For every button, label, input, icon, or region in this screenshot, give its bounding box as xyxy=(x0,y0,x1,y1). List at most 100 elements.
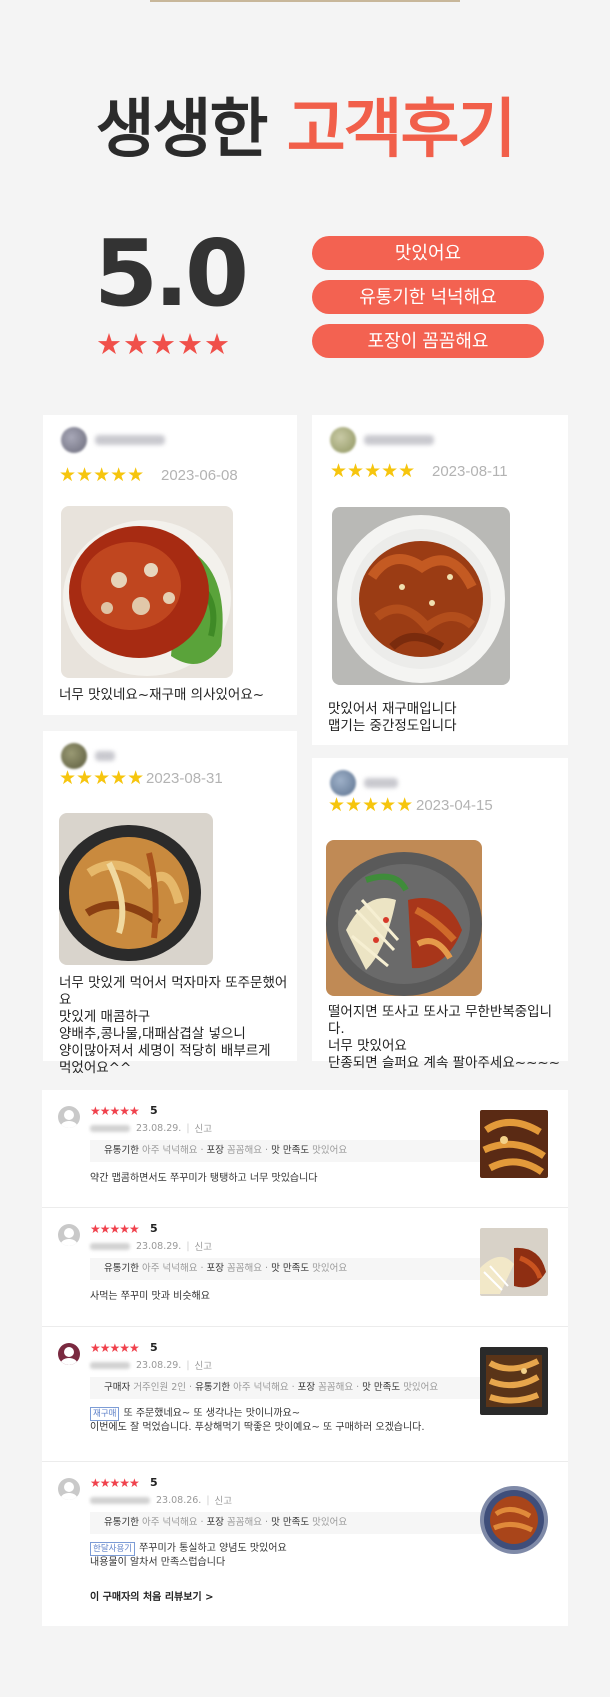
food-photo-icon xyxy=(61,506,233,678)
tag-value: 거주인원 2인 xyxy=(133,1382,187,1393)
review-stars: ★★★★★ xyxy=(90,1222,140,1236)
report-link[interactable]: 신고 xyxy=(195,1121,212,1135)
first-review-link[interactable]: 이 구매자의 처음 리뷰보기 > xyxy=(90,1588,214,1603)
review-tags: 유통기한 아주 넉넉해요 · 포장 꼼꼼해요 · 맛 만족도 맛있어요 xyxy=(90,1140,482,1162)
reviewer-name-blurred xyxy=(90,1124,130,1132)
food-photo-icon xyxy=(326,840,482,996)
review-text: 너무 맛있게 먹어서 먹자마자 또주문했어요 맛있게 매콤하구 양배추,콩나물,… xyxy=(59,975,288,1076)
review-photo[interactable] xyxy=(61,506,233,678)
store-review-list: ★★★★★ 5 23.08.29. | 신고 유통기한 아주 넉넉해요 · 포장… xyxy=(42,1090,568,1626)
review-meta: 23.08.29. | 신고 xyxy=(90,1239,212,1253)
report-link[interactable]: 신고 xyxy=(195,1358,212,1372)
meta-separator: | xyxy=(186,1359,190,1371)
rating-score: 5.0 xyxy=(94,220,249,327)
review-thumbnail[interactable] xyxy=(480,1110,548,1178)
keyword-pill: 유통기한 넉넉해요 xyxy=(312,280,544,314)
review-score: 5 xyxy=(150,1222,158,1235)
avatar xyxy=(61,427,87,453)
tag-key: 맛 만족도 xyxy=(271,1263,310,1274)
review-text: 사먹는 쭈꾸미 맛과 비슷해요 xyxy=(90,1291,210,1302)
review-text: 떨어지면 또사고 또사고 무한반복중입니다. 너무 맛있어요 단종되면 슬퍼요 … xyxy=(328,1004,560,1071)
avatar xyxy=(330,770,356,796)
review-score: 5 xyxy=(150,1341,158,1354)
tag-value: 아주 넉넉해요 xyxy=(142,1263,198,1274)
review-item: ★★★★★ 5 23.08.26. | 신고 유통기한 아주 넉넉해요 · 포장… xyxy=(42,1462,568,1626)
tag-value: 꼼꼼해요 xyxy=(318,1382,354,1393)
review-text-line-2: 내용물이 알차서 만족스럽습니다 xyxy=(90,1557,226,1568)
photo-review-card[interactable]: ★★★★★ 2023-04-15 떨어지면 또사고 또사고 무한반복중입니다. … xyxy=(312,758,568,1071)
review-item: ★★★★★ 5 23.08.29. | 신고 유통기한 아주 넉넉해요 · 포장… xyxy=(42,1208,568,1327)
review-meta: 23.08.26. | 신고 xyxy=(90,1493,232,1507)
review-text: 너무 맛있네요~재구매 의사있어요~ xyxy=(59,687,265,703)
review-date: 23.08.29. xyxy=(136,1240,182,1252)
keyword-pills: 맛있어요 유통기한 넉넉해요 포장이 꼼꼼해요 xyxy=(312,236,544,368)
reviewer-name-blurred xyxy=(95,435,165,445)
reviewer xyxy=(61,743,115,769)
review-meta: 23.08.29. | 신고 xyxy=(90,1121,212,1135)
review-thumbnail[interactable] xyxy=(480,1486,548,1554)
review-score: 5 xyxy=(150,1104,158,1117)
tag-value: 아주 넉넉해요 xyxy=(233,1382,289,1393)
review-text-line-1: 또 주문했네요~ 또 생각나는 맛이니까요~ xyxy=(123,1408,301,1419)
report-link[interactable]: 신고 xyxy=(195,1239,212,1253)
tag-key: 유통기한 xyxy=(195,1382,231,1393)
review-stars: ★★★★★ xyxy=(90,1341,140,1355)
review-thumbnail[interactable] xyxy=(480,1347,548,1415)
tag-value: 꼼꼼해요 xyxy=(227,1517,263,1528)
review-text: 약간 맵콤하면서도 쭈꾸미가 탱탱하고 너무 맛있습니다 xyxy=(90,1173,318,1184)
avatar xyxy=(330,427,356,453)
reviewer-name-blurred xyxy=(90,1242,130,1250)
tag-key: 포장 xyxy=(297,1382,316,1393)
review-photo[interactable] xyxy=(59,813,213,965)
review-badge: 재구매 xyxy=(90,1407,120,1421)
avatar xyxy=(58,1224,80,1246)
photo-review-card[interactable]: ★★★★★ 2023-08-11 맛있어서 재구매입니다 맵기는 중간정도입니다 xyxy=(312,415,568,745)
tag-key: 맛 만족도 xyxy=(271,1145,310,1156)
review-text: 맛있어서 재구매입니다 맵기는 중간정도입니다 xyxy=(328,701,457,734)
title-part-2: 고객후기 xyxy=(286,93,517,167)
review-stars: ★★★★★ xyxy=(90,1104,140,1118)
review-text: 재구매 또 주문했네요~ 또 생각나는 맛이니까요~ 이번에도 잘 먹었습니다. … xyxy=(90,1407,425,1435)
review-tags: 유통기한 아주 넉넉해요 · 포장 꼼꼼해요 · 맛 만족도 맛있어요 xyxy=(90,1512,482,1534)
review-item: ★★★★★ 5 23.08.29. | 신고 구매자 거주인원 2인 · 유통기… xyxy=(42,1327,568,1462)
review-text-line-1: 쭈꾸미가 통실하고 양념도 맛있어요 xyxy=(139,1543,287,1554)
reviewer-name-blurred xyxy=(364,778,398,788)
review-thumbnail[interactable] xyxy=(480,1228,548,1296)
avatar xyxy=(61,743,87,769)
review-date: 23.08.29. xyxy=(136,1359,182,1371)
tag-value: 아주 넉넉해요 xyxy=(142,1145,198,1156)
review-date: 2023-04-15 xyxy=(416,797,493,814)
title-part-1: 생생한 xyxy=(95,93,269,167)
tag-key: 포장 xyxy=(206,1145,225,1156)
food-thumbnail-icon xyxy=(480,1486,548,1554)
tag-key: 맛 만족도 xyxy=(362,1382,401,1393)
photo-review-card[interactable]: ★★★★★ 2023-06-08 너무 맛있네요~재구매 의사있어요~ xyxy=(43,415,297,715)
review-badge: 한달사용기 xyxy=(90,1542,136,1556)
review-text: 한달사용기 쭈꾸미가 통실하고 양념도 맛있어요 내용물이 알차서 만족스럽습니다 xyxy=(90,1542,287,1570)
review-photo[interactable] xyxy=(332,507,510,685)
tag-value: 맛있어요 xyxy=(312,1145,348,1156)
food-thumbnail-icon xyxy=(480,1347,548,1415)
review-stars: ★★★★★ xyxy=(59,464,145,486)
tag-key: 포장 xyxy=(206,1517,225,1528)
meta-separator: | xyxy=(186,1240,190,1252)
reviewer-name-blurred xyxy=(90,1361,130,1369)
tag-key: 유통기한 xyxy=(104,1145,139,1156)
food-photo-icon xyxy=(332,507,510,685)
review-photo[interactable] xyxy=(326,840,482,996)
food-photo-icon xyxy=(59,813,213,965)
reviewer xyxy=(61,427,165,453)
review-meta: 23.08.29. | 신고 xyxy=(90,1358,212,1372)
page-title: 생생한 고객후기 xyxy=(0,98,610,162)
tag-value: 맛있어요 xyxy=(403,1382,439,1393)
review-tags: 유통기한 아주 넉넉해요 · 포장 꼼꼼해요 · 맛 만족도 맛있어요 xyxy=(90,1258,482,1280)
top-divider xyxy=(150,0,460,2)
review-stars: ★★★★★ xyxy=(330,460,416,482)
report-link[interactable]: 신고 xyxy=(215,1493,232,1507)
meta-separator: | xyxy=(186,1122,190,1134)
review-date: 23.08.26. xyxy=(156,1494,202,1506)
review-score: 5 xyxy=(150,1476,158,1489)
review-text-line-2: 이번에도 잘 먹었습니다. 푸상해먹기 딱좋은 맛이예요~ 또 구매하러 오겠습… xyxy=(90,1422,425,1433)
photo-review-card[interactable]: ★★★★★ 2023-08-31 너무 맛있게 먹어서 먹자마자 또주문했어요 … xyxy=(43,731,297,1076)
tag-key: 맛 만족도 xyxy=(271,1517,310,1528)
